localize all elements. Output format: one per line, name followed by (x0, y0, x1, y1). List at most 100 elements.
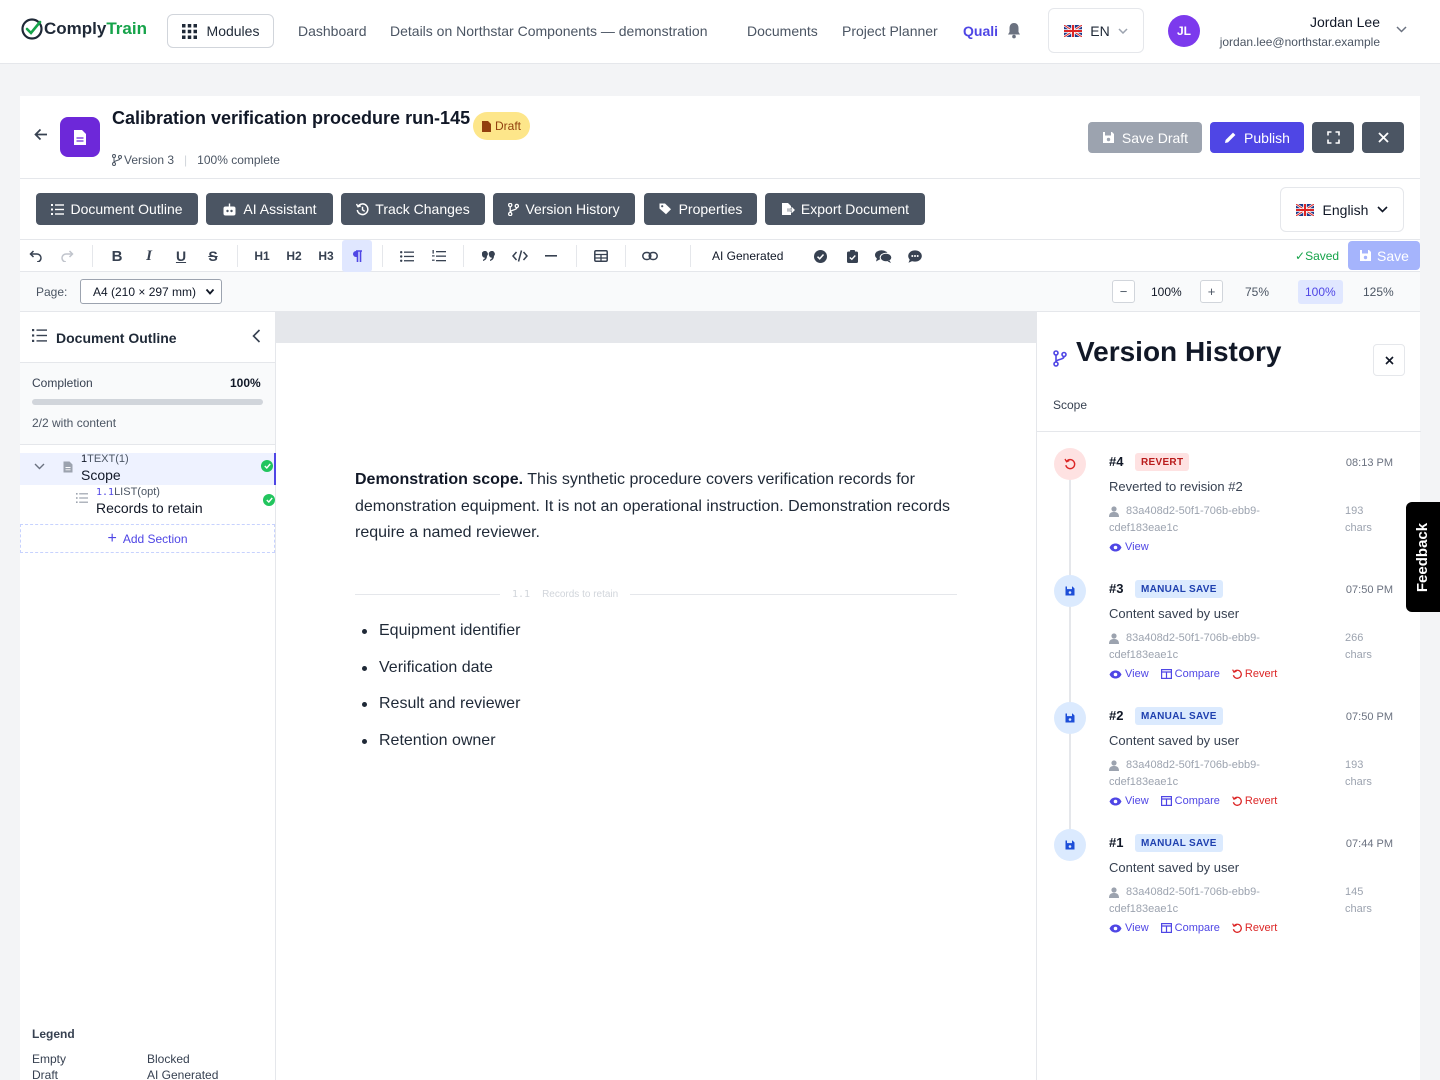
redo-button[interactable] (56, 244, 80, 268)
properties-button[interactable]: Properties (644, 193, 757, 225)
feedback-tab[interactable]: Feedback (1406, 502, 1440, 612)
compare-revision-button[interactable]: Compare (1160, 795, 1220, 807)
publish-button[interactable]: Publish (1210, 122, 1304, 153)
link-button[interactable] (638, 244, 662, 268)
app-logo[interactable]: Comply Train (20, 17, 147, 41)
tags-icon (659, 203, 671, 215)
zoom-option-100[interactable]: 100% (1298, 280, 1343, 304)
avatar[interactable]: JL (1168, 15, 1200, 47)
close-button[interactable] (1362, 122, 1404, 153)
italic-button[interactable]: I (137, 244, 161, 268)
plus-icon: + (1207, 284, 1216, 299)
ai-generated-toggle[interactable]: AI Generated (712, 249, 783, 263)
paragraph-button[interactable] (342, 240, 372, 272)
revision-type-badge: REVERT (1135, 453, 1190, 471)
revision-item: #2 MANUAL SAVE 07:50 PM Content saved by… (1037, 702, 1421, 829)
zoom-option-125[interactable]: 125% (1356, 280, 1401, 304)
zoom-in-button[interactable]: + (1200, 280, 1223, 303)
mark-complete-button[interactable] (808, 244, 832, 268)
ai-assistant-button[interactable]: AI Assistant (206, 193, 333, 225)
view-label: View (1125, 541, 1149, 553)
nav-quali[interactable]: Quali (963, 23, 998, 39)
revert-revision-button[interactable]: Revert (1231, 795, 1277, 807)
outline-section-records[interactable]: 1.1LIST(opt) Records to retain (20, 485, 276, 519)
expand-icon (1326, 131, 1340, 144)
save-icon (1054, 575, 1086, 607)
compare-revision-button[interactable]: Compare (1160, 668, 1220, 680)
view-label: View (1125, 795, 1149, 807)
completion-progress-fill (32, 399, 263, 405)
bold-button[interactable]: B (105, 244, 129, 268)
completion-value: 100% (230, 376, 261, 390)
comment-dots-button[interactable] (903, 244, 927, 268)
language-dropdown[interactable]: EN (1048, 8, 1144, 53)
blockquote-button[interactable] (476, 244, 500, 268)
scope-paragraph[interactable]: Demonstration scope. This synthetic proc… (355, 467, 955, 547)
comments-button[interactable] (871, 244, 895, 268)
zoom-out-button[interactable]: − (1112, 280, 1135, 303)
uk-flag-icon (1064, 24, 1083, 37)
legend-item-empty: Empty (32, 1052, 67, 1066)
revision-description: Content saved by user (1109, 860, 1240, 875)
track-changes-button[interactable]: Track Changes (341, 193, 485, 225)
page-size-value: A4 (210 × 297 mm) (93, 284, 197, 299)
zoom-option-75[interactable]: 75% (1238, 280, 1276, 304)
columns-icon (1160, 796, 1172, 806)
completion-summary: Completion 100% 2/2 with content (20, 363, 275, 445)
code-button[interactable] (508, 244, 532, 268)
content-count: 2/2 with content (32, 416, 117, 430)
compare-revision-button[interactable]: Compare (1160, 922, 1220, 934)
status-badge: Draft (473, 112, 531, 140)
heading3-button[interactable]: H3 (314, 244, 338, 268)
export-document-button[interactable]: Export Document (765, 193, 925, 225)
save-button[interactable]: Save (1348, 241, 1420, 270)
file-icon (482, 120, 491, 132)
view-revision-button[interactable]: View (1109, 668, 1149, 680)
pilcrow-icon (353, 249, 362, 262)
add-section-button[interactable]: + Add Section (20, 524, 275, 553)
chevron-left-icon[interactable] (252, 329, 261, 343)
bell-icon[interactable] (1006, 22, 1022, 39)
view-label: View (1125, 668, 1149, 680)
document-page[interactable]: Demonstration scope. This synthetic proc… (276, 343, 1036, 1080)
underline-button[interactable]: U (169, 244, 193, 268)
heading2-button[interactable]: H2 (282, 244, 306, 268)
view-revision-button[interactable]: View (1109, 795, 1149, 807)
nav-documents[interactable]: Documents (747, 23, 818, 39)
document-outline-button[interactable]: Document Outline (36, 193, 198, 225)
clipboard-check-button[interactable] (840, 244, 864, 268)
numbered-list-button[interactable] (427, 244, 451, 268)
modules-button[interactable]: Modules (167, 14, 274, 48)
fullscreen-button[interactable] (1312, 122, 1354, 153)
chevron-down-icon[interactable] (1396, 26, 1407, 33)
list-icon (32, 329, 47, 342)
horizontal-rule-button[interactable] (539, 244, 563, 268)
strikethrough-button[interactable]: S (201, 244, 225, 268)
bullet-list-button[interactable] (395, 244, 419, 268)
heading1-button[interactable]: H1 (250, 244, 274, 268)
section-number: 1TEXT(1) (81, 453, 129, 465)
panel-toolbar: Document Outline AI Assistant Track Chan… (20, 179, 1420, 240)
revert-revision-button[interactable]: Revert (1231, 668, 1277, 680)
nav-project-details[interactable]: Details on Northstar Components — demons… (390, 23, 707, 39)
close-panel-button[interactable] (1373, 344, 1405, 376)
version-history-button[interactable]: Version History (493, 193, 635, 225)
nav-project-planner[interactable]: Project Planner (842, 23, 938, 39)
view-revision-button[interactable]: View (1109, 541, 1149, 553)
arrow-left-icon[interactable] (34, 128, 48, 141)
page-size-select[interactable]: A4 (210 × 297 mm) (80, 279, 222, 304)
undo-button[interactable] (23, 244, 47, 268)
revert-revision-button[interactable]: Revert (1231, 922, 1277, 934)
nav-dashboard[interactable]: Dashboard (298, 23, 367, 39)
revision-actions: View (1109, 541, 1149, 553)
view-revision-button[interactable]: View (1109, 922, 1149, 934)
content-language-dropdown[interactable]: English (1280, 187, 1404, 232)
chevron-down-icon[interactable] (34, 463, 45, 470)
outline-section-scope[interactable]: 1TEXT(1) Scope (20, 453, 276, 485)
branch-icon (508, 202, 520, 216)
save-draft-button[interactable]: Save Draft (1088, 122, 1202, 153)
table-button[interactable] (589, 244, 613, 268)
records-list[interactable]: Equipment identifier Verification date R… (355, 622, 520, 768)
revision-number: #3 (1109, 581, 1124, 596)
save-icon (1360, 250, 1372, 261)
